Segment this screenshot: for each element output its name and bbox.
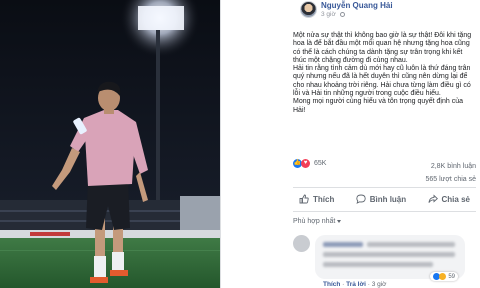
comment-reply-link[interactable]: Trả lời	[346, 281, 366, 288]
post-time[interactable]: 3 giờ	[321, 11, 336, 18]
love-reaction-icon: ♥	[301, 158, 310, 168]
blurred-text-line	[323, 262, 433, 267]
comment-like-link[interactable]: Thích	[323, 281, 340, 288]
post-paragraph-3: Mong mọi người cùng hiểu và tôn trọng qu…	[293, 98, 463, 114]
chevron-down-icon	[337, 219, 342, 223]
post-stats: 2,8K bình luận 565 lượt chia sẻ	[425, 160, 476, 186]
comment-reaction-count: 59	[448, 273, 455, 280]
commenter-avatar[interactable]	[293, 235, 310, 252]
comment-item: 59 Thích · Trả lời · 3 giờ	[293, 235, 478, 288]
post-actions: Thích Bình luận Chia sẻ	[293, 191, 476, 207]
haha-reaction-icon	[439, 273, 447, 280]
photo-football-player	[0, 0, 220, 288]
blurred-text-line	[367, 242, 455, 247]
blurred-name	[323, 242, 363, 247]
comment-filter-label: Phù hợp nhất	[293, 218, 336, 225]
comment-filter-dropdown[interactable]: Phù hợp nhất	[293, 218, 342, 225]
post-paragraph-1: Một nửa sự thật thì không bao giờ là sự …	[293, 32, 472, 64]
post-photo[interactable]	[0, 0, 220, 288]
comment-time[interactable]: 3 giờ	[372, 281, 387, 288]
comment-button-label: Bình luận	[369, 194, 407, 204]
share-arrow-icon	[427, 194, 438, 203]
reaction-count: 65K	[314, 159, 327, 167]
post-meta: 3 giờ	[321, 11, 345, 18]
shares-count-link[interactable]: 565 lượt chia sẻ	[425, 173, 476, 186]
post-paragraph-2: Hải tin rằng tình cảm dù mới hay cũ luôn…	[293, 65, 471, 98]
reaction-summary[interactable]: 👍 ♥ 65K	[293, 158, 326, 168]
author-avatar[interactable]	[300, 1, 317, 18]
comment-reaction-badge[interactable]: 59	[430, 272, 458, 281]
divider-bottom	[293, 211, 476, 212]
speech-bubble-icon	[356, 194, 366, 204]
author-name[interactable]: Nguyễn Quang Hải	[321, 1, 393, 10]
divider-top	[293, 187, 476, 188]
comment-meta: Thích · Trả lời · 3 giờ	[323, 281, 387, 288]
thumbs-up-icon	[299, 194, 309, 204]
share-button[interactable]: Chia sẻ	[422, 191, 476, 207]
comments-count-link[interactable]: 2,8K bình luận	[425, 160, 476, 173]
like-button-label: Thích	[313, 194, 335, 204]
like-button[interactable]: Thích	[293, 191, 340, 207]
globe-icon	[339, 11, 345, 17]
blurred-text-line	[323, 252, 455, 257]
post-body: Một nửa sự thật thì không bao giờ là sự …	[293, 32, 476, 115]
comment-button[interactable]: Bình luận	[350, 191, 412, 207]
share-button-label: Chia sẻ	[441, 194, 470, 204]
